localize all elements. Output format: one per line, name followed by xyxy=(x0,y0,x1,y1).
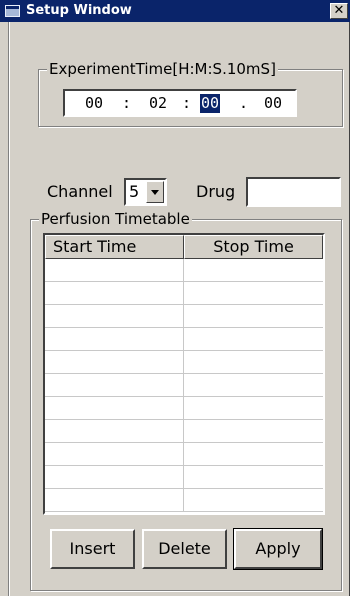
start-time-cell[interactable] xyxy=(45,397,184,419)
window-left-edge xyxy=(8,22,10,596)
close-icon: ✕ xyxy=(333,3,345,18)
drug-label: Drug xyxy=(196,182,236,201)
experiment-time-legend: ExperimentTime[H:M:S.10mS] xyxy=(47,60,278,78)
experiment-time-field[interactable]: 00 : 02 : 00 . 00 xyxy=(63,89,297,117)
start-time-cell[interactable] xyxy=(45,351,184,373)
start-time-cell[interactable] xyxy=(45,328,184,350)
stop-time-cell[interactable] xyxy=(184,489,323,511)
table-row[interactable] xyxy=(45,397,323,420)
window-title: Setup Window xyxy=(26,3,132,18)
window-icon xyxy=(5,5,20,17)
start-time-cell[interactable] xyxy=(45,466,184,488)
title-bar[interactable]: Setup Window ✕ xyxy=(0,0,350,22)
stop-time-cell[interactable] xyxy=(184,466,323,488)
time-separator: : xyxy=(182,94,192,112)
start-time-cell[interactable] xyxy=(45,259,184,281)
delete-button[interactable]: Delete xyxy=(142,529,227,569)
drug-input[interactable] xyxy=(246,177,341,207)
stop-time-cell[interactable] xyxy=(184,443,323,465)
stop-time-cell[interactable] xyxy=(184,397,323,419)
table-row[interactable] xyxy=(45,420,323,443)
start-time-cell[interactable] xyxy=(45,305,184,327)
seconds-field[interactable]: 00 xyxy=(200,94,221,113)
perfusion-timetable-legend: Perfusion Timetable xyxy=(39,210,192,228)
table-row[interactable] xyxy=(45,282,323,305)
perfusion-table[interactable]: Start Time Stop Time xyxy=(43,233,325,515)
setup-window: Setup Window ✕ ExperimentTime[H:M:S.10mS… xyxy=(0,0,350,596)
chevron-down-icon[interactable] xyxy=(146,181,164,203)
table-row[interactable] xyxy=(45,351,323,374)
stop-time-cell[interactable] xyxy=(184,305,323,327)
table-header: Start Time Stop Time xyxy=(45,235,323,259)
insert-button[interactable]: Insert xyxy=(50,529,135,569)
time-separator: : xyxy=(122,94,132,112)
table-row[interactable] xyxy=(45,489,323,512)
close-button[interactable]: ✕ xyxy=(330,3,348,19)
channel-label: Channel xyxy=(47,182,113,201)
table-row[interactable] xyxy=(45,328,323,351)
start-time-cell[interactable] xyxy=(45,374,184,396)
stop-time-cell[interactable] xyxy=(184,351,323,373)
channel-select[interactable]: 5 xyxy=(124,178,167,206)
table-row[interactable] xyxy=(45,374,323,397)
table-row[interactable] xyxy=(45,466,323,489)
minutes-field[interactable]: 02 xyxy=(149,94,167,113)
start-time-cell[interactable] xyxy=(45,443,184,465)
table-body xyxy=(45,259,323,512)
start-time-cell[interactable] xyxy=(45,282,184,304)
start-time-cell[interactable] xyxy=(45,489,184,511)
stop-time-cell[interactable] xyxy=(184,328,323,350)
channel-value: 5 xyxy=(129,182,140,201)
stop-time-cell[interactable] xyxy=(184,282,323,304)
start-time-cell[interactable] xyxy=(45,420,184,442)
tens-ms-field[interactable]: 00 xyxy=(264,94,282,113)
table-row[interactable] xyxy=(45,259,323,282)
hours-field[interactable]: 00 xyxy=(85,94,103,113)
stop-time-cell[interactable] xyxy=(184,374,323,396)
time-separator: . xyxy=(239,94,249,112)
table-row[interactable] xyxy=(45,443,323,466)
table-row[interactable] xyxy=(45,305,323,328)
column-header-start-time[interactable]: Start Time xyxy=(45,235,184,259)
apply-button[interactable]: Apply xyxy=(234,529,322,569)
stop-time-cell[interactable] xyxy=(184,259,323,281)
column-header-stop-time[interactable]: Stop Time xyxy=(184,235,323,259)
stop-time-cell[interactable] xyxy=(184,420,323,442)
